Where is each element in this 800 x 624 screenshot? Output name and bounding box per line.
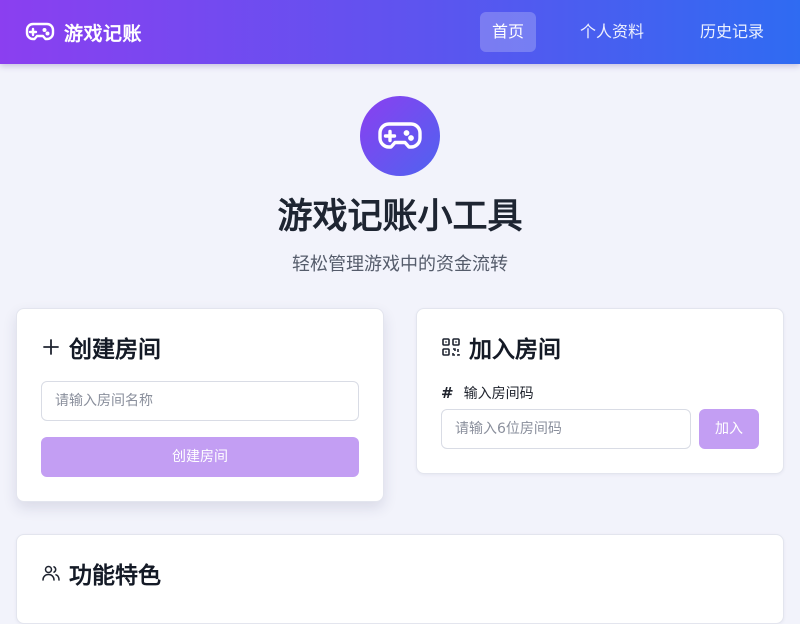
- room-code-label-text: 输入房间码: [463, 386, 534, 402]
- room-code-input[interactable]: 请输入6位房间码: [441, 409, 691, 449]
- room-name-input[interactable]: 请输入房间名称: [41, 381, 359, 421]
- create-room-card: 创建房间 请输入房间名称 创建房间: [16, 308, 384, 502]
- page-title: 游戏记账小工具: [277, 197, 523, 237]
- top-navbar: 游戏记账 首页 个人资料 历史记录: [0, 0, 800, 64]
- join-room-card: 加入房间 # 输入房间码 请输入6位房间码 加入: [416, 308, 784, 474]
- hash-icon: #: [441, 384, 454, 402]
- plus-icon: [41, 337, 61, 357]
- create-room-header: 创建房间: [41, 331, 161, 363]
- gamepad-icon: [25, 22, 55, 41]
- room-code-label: # 输入房间码: [441, 383, 534, 403]
- hero-logo: [360, 96, 440, 176]
- join-room-title: 加入房间: [469, 337, 561, 363]
- users-icon: [41, 563, 61, 583]
- brand-name: 游戏记账: [64, 22, 143, 45]
- gamepad-icon: [378, 122, 422, 149]
- join-room-button[interactable]: 加入: [699, 409, 759, 449]
- qr-code-icon: [441, 337, 461, 357]
- nav-history[interactable]: 历史记录: [688, 12, 776, 52]
- join-room-header: 加入房间: [441, 331, 561, 363]
- brand-logo[interactable]: 游戏记账: [24, 16, 142, 48]
- page-subtitle: 轻松管理游戏中的资金流转: [292, 254, 508, 275]
- nav-home[interactable]: 首页: [480, 12, 536, 52]
- features-card: 功能特色: [16, 534, 784, 624]
- features-title: 功能特色: [69, 563, 161, 589]
- create-room-button[interactable]: 创建房间: [41, 437, 359, 477]
- create-room-title: 创建房间: [69, 337, 161, 363]
- features-header: 功能特色: [41, 557, 161, 589]
- nav-profile[interactable]: 个人资料: [568, 12, 656, 52]
